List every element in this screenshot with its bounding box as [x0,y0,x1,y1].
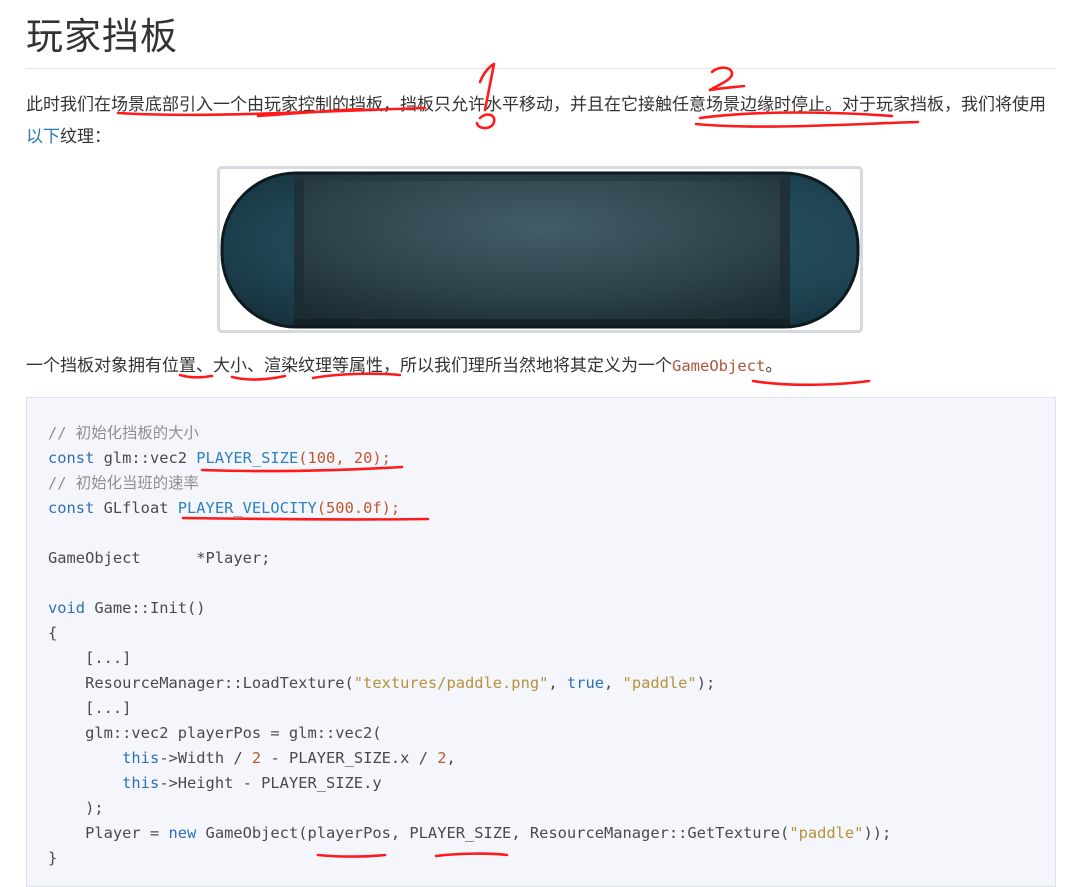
code-line: void Game::Init() [48,596,206,621]
gameobject-text: 一个挡板对象拥有位置、大小、渲染纹理等属性，所以我们理所当然地将其定义为一个 [26,356,672,376]
gameobject-text-end: 。 [765,356,783,376]
code-text: , [604,674,623,692]
code-line: const GLfloat PLAYER_VELOCITY(500.0f); [48,496,400,521]
code-text: Game::Init() [85,599,206,617]
code-keyword: const [48,499,95,517]
code-line: GameObject *Player; [48,546,270,571]
code-string: "paddle" [622,674,697,692]
code-keyword: this [122,774,160,792]
code-line: [...] [48,646,131,671]
code-identifier: PLAYER_SIZE [196,449,299,467]
code-number: 2 [251,749,262,767]
code-number: 100 [307,449,336,467]
texture-link[interactable]: 以下 [26,127,60,147]
inline-code-gameobject: GameObject [672,357,766,375]
code-text: glm::vec2 playerPos = glm::vec2( [48,724,382,742]
gameobject-paragraph: 一个挡板对象拥有位置、大小、渲染纹理等属性，所以我们理所当然地将其定义为一个Ga… [26,350,1056,382]
code-line: ); [48,796,104,821]
code-line: [...] [48,696,131,721]
code-keyword: new [168,824,197,842]
code-text: GameObject *Player; [48,549,271,567]
code-line: this->Width / 2 - PLAYER_SIZE.x / 2, [48,746,456,771]
code-text: , [548,674,567,692]
code-text: ); [48,799,104,817]
code-identifier: PLAYER_VELOCITY [177,499,317,517]
code-punct: ); [372,449,391,467]
annotation-mark-2 [708,66,746,92]
code-text: ); [696,674,716,692]
code-keyword: this [122,749,160,767]
code-line: Player = new GameObject(playerPos, PLAYE… [48,821,891,846]
page-title: 玩家挡板 [26,15,178,58]
code-punct: ); [381,499,401,517]
code-text: ->Height - PLAYER_SIZE.y [159,774,382,792]
code-keyword: const [48,449,95,467]
code-string: "paddle" [789,824,864,842]
code-text: glm::vec2 [94,449,197,467]
code-text: { [48,624,58,642]
paddle-texture-image [217,166,863,333]
code-punct: , [335,449,354,467]
code-comment: // 初始化挡板的大小 [48,424,199,442]
code-text: ResourceManager::LoadTexture( [48,674,354,692]
code-number: 20 [353,449,373,467]
code-line: } [48,846,57,871]
code-text: - PLAYER_SIZE.x / [261,749,438,767]
code-punct: ( [316,499,327,517]
code-punct: ( [298,449,308,467]
code-text: GameObject(playerPos, PLAYER_SIZE, Resou… [196,824,790,842]
code-text: )); [863,824,892,842]
code-text: [...] [48,649,132,667]
code-string: "textures/paddle.png" [353,674,549,692]
code-text: ->Width / [159,749,252,767]
code-comment: // 初始化当班的速率 [48,474,199,492]
code-line: // 初始化挡板的大小 [48,421,199,446]
code-line: this->Height - PLAYER_SIZE.y [48,771,382,796]
code-text: Player = [48,824,169,842]
code-line: glm::vec2 playerPos = glm::vec2( [48,721,382,746]
title-divider [26,68,1056,69]
intro-paragraph: 此时我们在场景底部引入一个由玩家控制的挡板，挡板只允许水平移动，并且在它接触任意… [26,89,1056,153]
code-line: const glm::vec2 PLAYER_SIZE(100, 20); [48,446,391,471]
code-number: 2 [437,749,447,767]
code-text: GLfloat [94,499,178,517]
code-line: ResourceManager::LoadTexture("textures/p… [48,671,715,696]
intro-text-end: 纹理： [60,127,111,147]
paddle-texture-graphic [220,171,860,329]
code-text: [...] [48,699,132,717]
code-text: } [48,849,58,867]
code-number: 500.0f [326,499,382,517]
code-text: , [446,749,456,767]
intro-text: 此时我们在场景底部引入一个由玩家控制的挡板，挡板只允许水平移动，并且在它接触任意… [26,95,1046,115]
code-keyword: void [48,599,86,617]
code-block: // 初始化挡板的大小 const glm::vec2 PLAYER_SIZE(… [26,397,1056,887]
code-keyword: true [566,674,604,692]
code-line: // 初始化当班的速率 [48,471,199,496]
code-line: { [48,621,57,646]
